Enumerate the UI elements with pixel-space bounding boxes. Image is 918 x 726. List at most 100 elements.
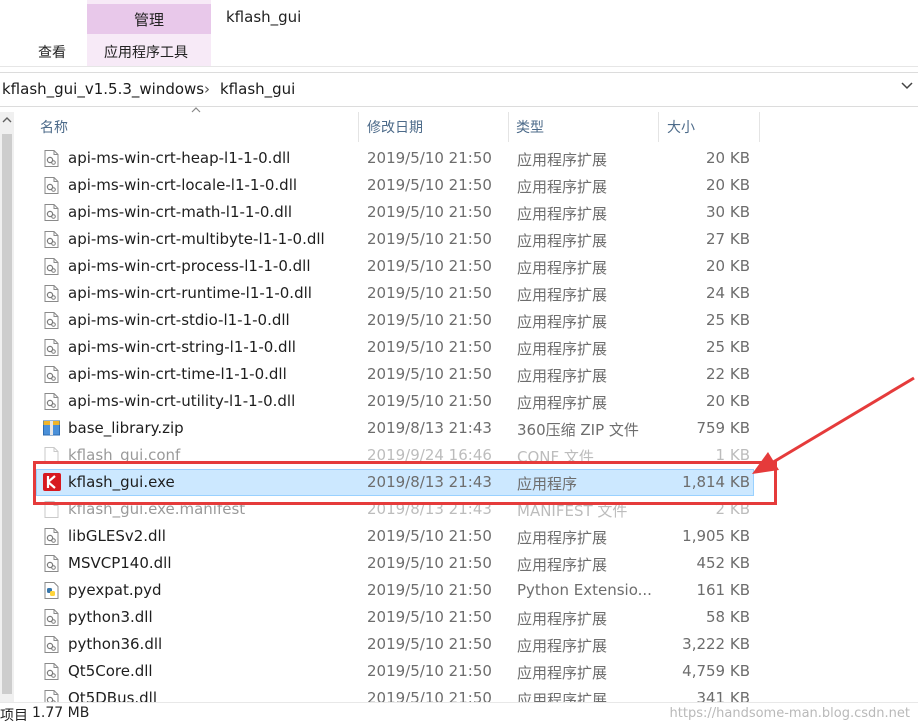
file-type: 应用程序扩展 — [517, 394, 608, 412]
file-size: 1,905 KB — [682, 527, 750, 545]
file-size: 25 KB — [706, 338, 750, 356]
address-history-dropdown-icon[interactable] — [900, 78, 914, 96]
dll-file-icon — [44, 258, 59, 275]
column-divider[interactable] — [759, 112, 760, 142]
column-header-modified[interactable]: 修改日期 — [367, 112, 507, 142]
file-size: 27 KB — [706, 230, 750, 248]
contextual-tab-header[interactable]: 管理 — [87, 4, 211, 34]
file-modified-date: 2019/5/10 21:50 — [367, 608, 492, 626]
file-name: python3.dll — [68, 608, 153, 626]
file-modified-date: 2019/5/10 21:50 — [367, 311, 492, 329]
file-name: api-ms-win-crt-string-l1-1-0.dll — [68, 338, 296, 356]
file-row[interactable]: api-ms-win-crt-math-l1-1-0.dll 2019/5/10 … — [0, 199, 918, 226]
tab-application-tools[interactable]: 应用程序工具 — [104, 42, 188, 62]
file-modified-date: 2019/5/10 21:50 — [367, 662, 492, 680]
file-name: base_library.zip — [68, 419, 184, 437]
file-type: 应用程序扩展 — [517, 286, 608, 304]
file-modified-date: 2019/5/10 21:50 — [367, 554, 492, 572]
column-header-size[interactable]: 大小 — [667, 112, 757, 142]
file-row[interactable]: api-ms-win-crt-heap-l1-1-0.dll 2019/5/10 … — [0, 145, 918, 172]
status-selected-size: 1.77 MB — [32, 705, 90, 721]
dll-file-icon — [44, 366, 59, 383]
file-row[interactable]: api-ms-win-crt-stdio-l1-1-0.dll 2019/5/10… — [0, 307, 918, 334]
dll-file-icon — [44, 177, 59, 194]
dll-file-icon — [44, 609, 59, 626]
column-divider[interactable] — [358, 112, 359, 142]
file-type: 应用程序扩展 — [517, 178, 608, 196]
file-modified-date: 2019/5/10 21:50 — [367, 338, 492, 356]
file-type: 应用程序扩展 — [517, 259, 608, 277]
file-name: api-ms-win-crt-heap-l1-1-0.dll — [68, 149, 291, 167]
file-size: 4,759 KB — [682, 662, 750, 680]
file-type: 应用程序扩展 — [517, 367, 608, 385]
file-modified-date: 2019/5/10 21:50 — [367, 635, 492, 653]
file-type: 应用程序扩展 — [517, 610, 608, 628]
dll-file-icon — [44, 393, 59, 410]
column-divider[interactable] — [658, 112, 659, 142]
file-row[interactable]: api-ms-win-crt-string-l1-1-0.dll 2019/5/1… — [0, 334, 918, 361]
file-name: api-ms-win-crt-runtime-l1-1-0.dll — [68, 284, 312, 302]
file-row[interactable]: Qt5Core.dll 2019/5/10 21:50 应用程序扩展 4,759 KB — [0, 658, 918, 685]
column-header-name[interactable]: 名称 — [40, 112, 356, 142]
file-name: api-ms-win-crt-locale-l1-1-0.dll — [68, 176, 298, 194]
dll-file-icon — [44, 231, 59, 248]
dll-file-icon — [44, 663, 59, 680]
address-bar[interactable]: kflash_gui_v1.5.3_windows › kflash_gui — [0, 72, 918, 107]
file-row[interactable]: api-ms-win-crt-utility-l1-1-0.dll 2019/5/… — [0, 388, 918, 415]
file-modified-date: 2019/5/10 21:50 — [367, 149, 492, 167]
file-size: 22 KB — [706, 365, 750, 383]
file-type: 应用程序扩展 — [517, 556, 608, 574]
tab-view[interactable]: 查看 — [38, 42, 66, 62]
file-modified-date: 2019/5/10 21:50 — [367, 284, 492, 302]
dll-file-icon — [44, 339, 59, 356]
file-size: 452 KB — [696, 554, 750, 572]
file-row[interactable]: api-ms-win-crt-runtime-l1-1-0.dll 2019/5/… — [0, 280, 918, 307]
file-row[interactable]: pyexpat.pyd 2019/5/10 21:50 Python Extensi… — [0, 577, 918, 604]
breadcrumb-parent-folder[interactable]: kflash_gui_v1.5.3_windows — [2, 80, 204, 98]
file-row[interactable]: python36.dll 2019/5/10 21:50 应用程序扩展 3,222 K… — [0, 631, 918, 658]
file-row[interactable]: libGLESv2.dll 2019/5/10 21:50 应用程序扩展 1,905 … — [0, 523, 918, 550]
column-header-modified-label: 修改日期 — [367, 120, 423, 136]
file-name: api-ms-win-crt-time-l1-1-0.dll — [68, 365, 287, 383]
file-size: 20 KB — [706, 176, 750, 194]
file-name: Qt5DBus.dll — [68, 689, 158, 703]
file-name: api-ms-win-crt-math-l1-1-0.dll — [68, 203, 293, 221]
column-header-size-label: 大小 — [667, 120, 695, 136]
file-modified-date: 2019/8/13 21:43 — [367, 419, 492, 437]
breadcrumb-separator[interactable]: › — [204, 80, 210, 98]
file-modified-date: 2019/5/10 21:50 — [367, 581, 492, 599]
python-file-icon — [44, 582, 59, 599]
status-item-label: 项目 — [0, 708, 28, 724]
file-modified-date: 2019/5/10 21:50 — [367, 230, 492, 248]
file-type: 应用程序扩展 — [517, 529, 608, 547]
file-row[interactable]: api-ms-win-crt-multibyte-l1-1-0.dll 2019/… — [0, 226, 918, 253]
file-name: Qt5Core.dll — [68, 662, 153, 680]
file-type: 应用程序扩展 — [517, 313, 608, 331]
file-name: api-ms-win-crt-process-l1-1-0.dll — [68, 257, 311, 275]
scroll-up-icon[interactable] — [1, 115, 13, 128]
dll-file-icon — [44, 528, 59, 545]
dll-file-icon — [44, 555, 59, 572]
file-type: 应用程序扩展 — [517, 691, 608, 703]
file-size: 20 KB — [706, 149, 750, 167]
column-header-type[interactable]: 类型 — [516, 112, 656, 142]
file-type: 应用程序扩展 — [517, 205, 608, 223]
file-row[interactable]: python3.dll 2019/5/10 21:50 应用程序扩展 58 KB — [0, 604, 918, 631]
file-type: 应用程序扩展 — [517, 151, 608, 169]
dll-file-icon — [44, 312, 59, 329]
file-row[interactable]: api-ms-win-crt-locale-l1-1-0.dll 2019/5/1… — [0, 172, 918, 199]
file-name: api-ms-win-crt-multibyte-l1-1-0.dll — [68, 230, 325, 248]
file-name: python36.dll — [68, 635, 163, 653]
file-size: 341 KB — [696, 689, 750, 703]
file-row[interactable]: api-ms-win-crt-process-l1-1-0.dll 2019/5/… — [0, 253, 918, 280]
breadcrumb-current-folder[interactable]: kflash_gui — [220, 80, 295, 98]
file-name: api-ms-win-crt-utility-l1-1-0.dll — [68, 392, 296, 410]
file-row[interactable]: base_library.zip 2019/8/13 21:43 360压缩 ZIP… — [0, 415, 918, 442]
file-row[interactable]: api-ms-win-crt-time-l1-1-0.dll 2019/5/10 … — [0, 361, 918, 388]
file-modified-date: 2019/5/10 21:50 — [367, 392, 492, 410]
column-divider[interactable] — [508, 112, 509, 142]
file-row[interactable]: MSVCP140.dll 2019/5/10 21:50 应用程序扩展 452 KB — [0, 550, 918, 577]
file-row[interactable]: Qt5DBus.dll 2019/5/10 21:50 应用程序扩展 341 KB — [0, 685, 918, 703]
file-size: 58 KB — [706, 608, 750, 626]
highlight-box — [33, 461, 777, 505]
